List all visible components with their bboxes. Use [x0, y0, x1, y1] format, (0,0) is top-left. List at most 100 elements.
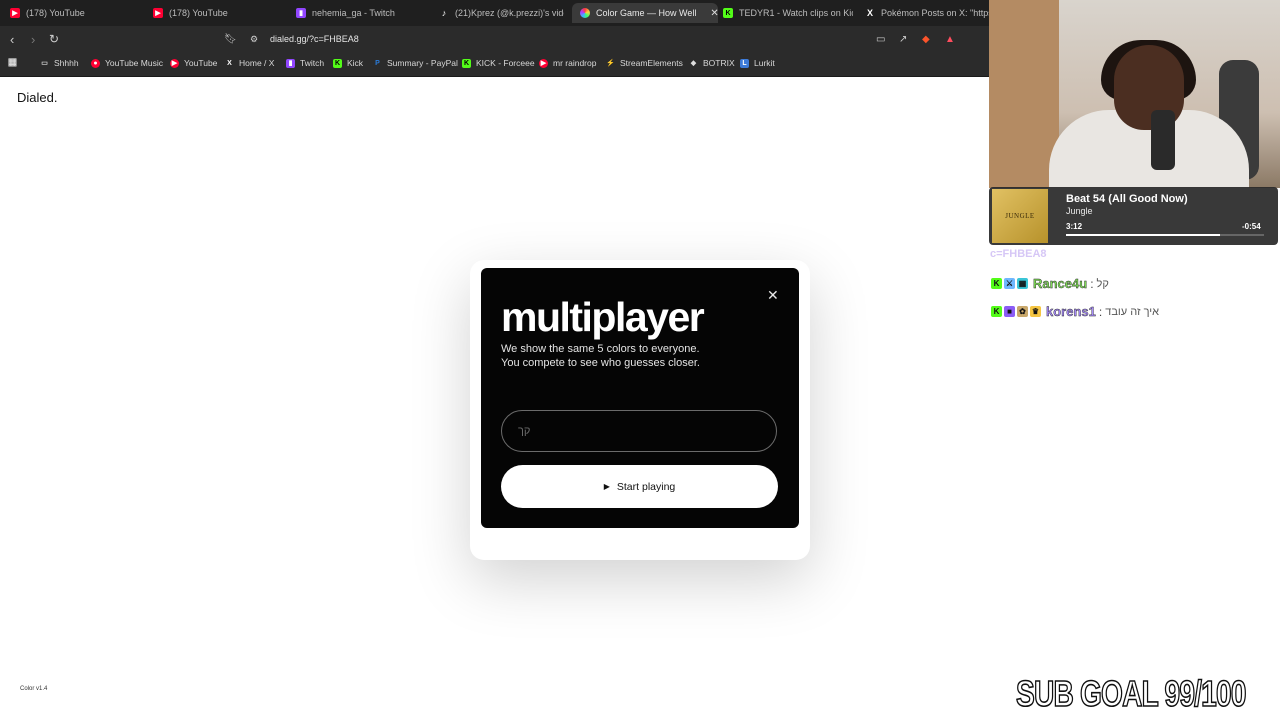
webcam-feed: [989, 0, 1280, 188]
cube-icon: ■: [1004, 306, 1015, 317]
share-icon[interactable]: ↗: [899, 34, 907, 45]
description-line-2: You compete to see who guesses closer.: [501, 357, 700, 369]
description-line-1: We show the same 5 colors to everyone.: [501, 343, 700, 355]
botrix-icon: ◆: [690, 60, 697, 67]
wall: [989, 0, 1059, 188]
tab-label: TEDYR1 - Watch clips on Kick: [739, 8, 853, 18]
tab-label: nehemia_ga - Twitch: [312, 8, 395, 18]
bookmark-youtube-music[interactable]: ● YouTube Music: [91, 58, 163, 68]
x-icon: X: [866, 8, 873, 18]
bookmark-twitch[interactable]: ▮ Twitch: [286, 58, 324, 68]
bookmark-youtube[interactable]: ▶ YouTube: [170, 58, 217, 68]
close-icon[interactable]: ✕: [767, 287, 779, 304]
tab-kick[interactable]: K TEDYR1 - Watch clips on Kick: [723, 3, 853, 23]
bookmark-streamelements[interactable]: ⚡ StreamElements: [606, 58, 683, 68]
modal-title: multiplayer: [501, 294, 705, 340]
folder-icon: ▭: [41, 60, 48, 67]
microphone: [1151, 110, 1175, 170]
tab-youtube-1[interactable]: ▶ (178) YouTube: [10, 3, 140, 23]
now-playing-widget: JUNGLE Beat 54 (All Good Now) Jungle 3:1…: [989, 187, 1278, 245]
kick-icon: K: [991, 306, 1002, 317]
paypal-icon: P: [375, 59, 380, 67]
youtube-icon: ▶: [170, 58, 179, 68]
kick-icon: K: [462, 58, 471, 68]
bookmark-icon[interactable]: 🔖︎: [224, 34, 237, 45]
song-progress-fill: [1066, 234, 1221, 236]
tab-label: Pokémon Posts on X: "https://: [881, 8, 990, 18]
reload-icon[interactable]: ↻: [49, 32, 59, 46]
brave-rewards-icon[interactable]: ▲: [945, 34, 955, 45]
chat-text: קל: [1096, 277, 1109, 290]
site-logo[interactable]: Dialed.: [17, 90, 57, 105]
sword-icon: ⚔: [1004, 278, 1015, 289]
youtube-icon: ▶: [539, 58, 548, 68]
bookmark-kick-forceee[interactable]: K KICK - Forceee: [462, 58, 535, 68]
tiktok-icon: ♪: [441, 8, 447, 18]
tab-youtube-2[interactable]: ▶ (178) YouTube: [153, 3, 283, 23]
bookmark-home-x[interactable]: X Home / X: [225, 58, 274, 68]
bookmark-botrix[interactable]: ◆ BOTRIX: [689, 58, 735, 68]
modal-description: We show the same 5 colors to everyone. Y…: [501, 342, 761, 370]
start-playing-button[interactable]: ▶ Start playing: [501, 465, 778, 508]
play-icon: ▶: [603, 482, 610, 491]
twitch-icon: ▮: [286, 58, 295, 68]
chat-text: איך זה עובד: [1105, 305, 1159, 318]
multiplayer-modal: ✕ multiplayer We show the same 5 colors …: [481, 268, 799, 528]
song-artist: Jungle: [1066, 206, 1093, 216]
song-progress-bar: [1066, 234, 1264, 236]
bookmark-kick[interactable]: K Kick: [333, 58, 363, 68]
apps-icon[interactable]: ▦: [8, 57, 22, 68]
crown-icon: ♛: [1030, 306, 1041, 317]
tab-bar: ▶ (178) YouTube ▶ (178) YouTube ▮ nehemi…: [0, 0, 990, 26]
twitch-icon: ▮: [296, 8, 306, 18]
tab-twitch[interactable]: ▮ nehemia_ga - Twitch: [296, 3, 426, 23]
start-playing-label: Start playing: [616, 480, 676, 493]
chat-message: K ⚔ ▦ Rance4u : קל: [991, 276, 1109, 291]
elapsed-time: 3:12: [1066, 222, 1083, 231]
youtube-music-icon: ●: [91, 58, 100, 68]
bookmark-shhhh[interactable]: ▭ Shhhh: [40, 58, 78, 68]
kick-icon: K: [723, 8, 733, 18]
color-wheel-icon: [580, 8, 590, 18]
url-field[interactable]: dialed.gg/?c=FHBEA8: [270, 34, 359, 44]
lurkit-icon: L: [740, 58, 749, 68]
address-bar: ‹ › ↻ 🔖︎ ⚙︎ dialed.gg/?c=FHBEA8 ▭ ↗ ◆ ▲: [0, 26, 990, 53]
bookmark-lurkit[interactable]: L Lurkit: [740, 58, 775, 68]
song-title: Beat 54 (All Good Now): [1066, 193, 1188, 205]
remaining-time: -0:54: [1242, 222, 1261, 231]
chat-separator: :: [1098, 304, 1103, 319]
grid-icon: ▦: [1017, 278, 1028, 289]
streamelements-icon: ⚡: [606, 60, 615, 67]
tab-x[interactable]: X Pokémon Posts on X: "https://: [865, 3, 990, 23]
chat-message: K ■ ✿ ♛ korens1 : איך זה עובד: [991, 304, 1159, 319]
chat-username: Rance4u: [1033, 276, 1088, 291]
name-field[interactable]: [501, 410, 777, 452]
sub-goal-counter: SUB GOAL 99/100: [1015, 672, 1247, 715]
bookmark-mr-raindrop[interactable]: ▶ mr raindrop: [539, 58, 596, 68]
tab-label: (178) YouTube: [26, 8, 85, 18]
x-icon: X: [227, 59, 232, 67]
kick-icon: K: [991, 278, 1002, 289]
bookmark-paypal[interactable]: P Summary - PayPal: [373, 58, 458, 68]
name-input[interactable]: [502, 411, 776, 451]
tab-label: (178) YouTube: [169, 8, 228, 18]
tab-label: Color Game — How Well: [596, 8, 697, 18]
youtube-icon: ▶: [10, 8, 20, 18]
back-icon[interactable]: ‹: [10, 32, 14, 47]
chat-username: korens1: [1046, 304, 1096, 319]
bookmarks-bar: ▦ ▭ Shhhh ● YouTube Music ▶ YouTube X Home /…: [0, 53, 990, 77]
tab-color-game[interactable]: Color Game — How Well ✕: [572, 3, 718, 23]
tab-label: (21)Kprez (@k.prezzi)'s videos: [455, 8, 564, 18]
cast-icon[interactable]: ▭: [876, 34, 885, 45]
chat-separator: :: [1090, 276, 1094, 291]
site-info-icon[interactable]: ⚙︎: [250, 34, 258, 45]
kick-icon: K: [333, 58, 342, 68]
brave-shields-icon[interactable]: ◆: [922, 34, 930, 45]
album-art: JUNGLE: [992, 189, 1048, 243]
youtube-icon: ▶: [153, 8, 163, 18]
forward-icon[interactable]: ›: [31, 32, 35, 47]
tab-tiktok[interactable]: ♪ (21)Kprez (@k.prezzi)'s videos: [439, 3, 564, 23]
chat-message-fragment: c=FHBEA8: [990, 248, 1047, 260]
version-label: Color v1.4: [20, 686, 48, 692]
close-icon[interactable]: ✕: [710, 8, 718, 19]
